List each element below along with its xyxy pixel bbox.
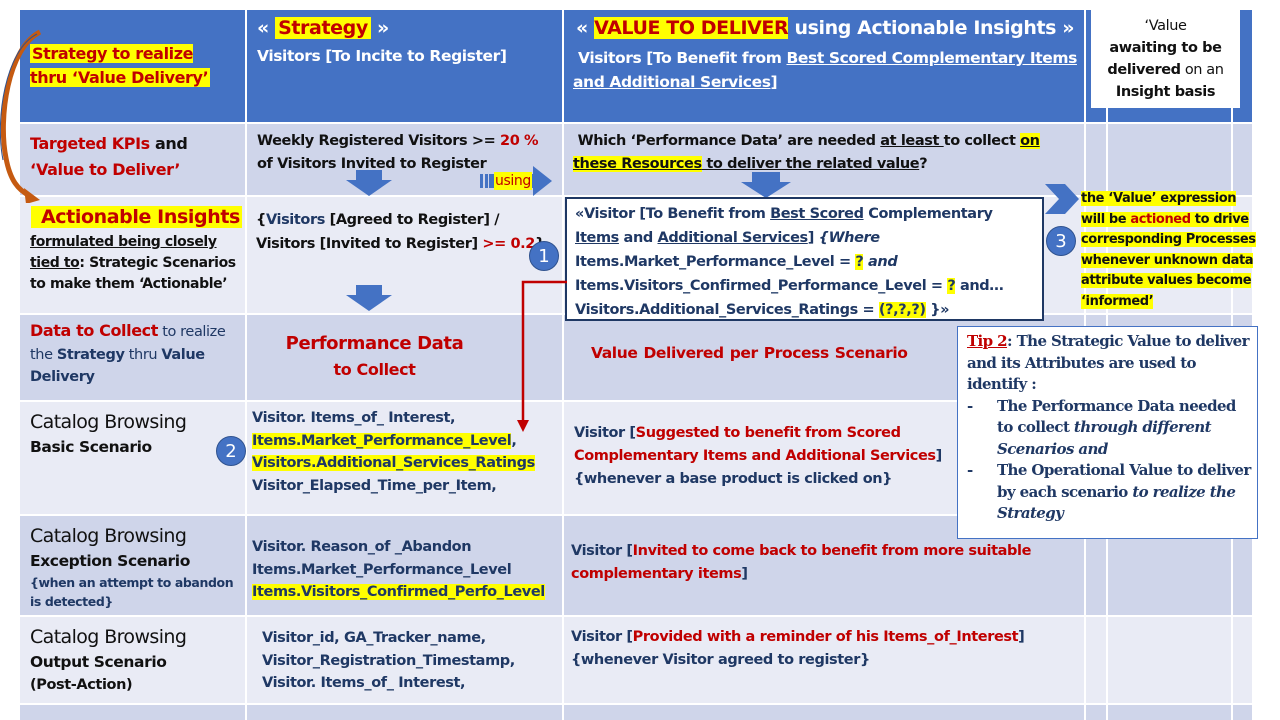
- scenario-name: Catalog Browsing: [30, 411, 187, 433]
- scenario-name: Catalog Browsing: [30, 626, 187, 648]
- performance-data-item: Items.Visitors_Confirmed_Perfo_Level: [252, 584, 545, 600]
- kpi-row-label: Targeted KPIs and ‘Value to Deliver’: [30, 134, 188, 179]
- performance-data-item: Visitors.Additional_Services_Ratings: [252, 455, 535, 471]
- value-delivered-text: Visitor [Provided with a reminder of his…: [571, 629, 1025, 668]
- value-delivered-text: Visitor [Suggested to benefit from Score…: [574, 425, 942, 487]
- performance-data-item: Visitor_Registration_Timestamp,: [262, 652, 515, 669]
- table-cell: [564, 705, 1084, 720]
- tip-bullet-1: - The Performance Data needed to collect …: [967, 396, 1236, 458]
- performance-data-item: Items.Market_Performance_Level: [252, 561, 512, 578]
- scenario-label: Catalog Browsing Output Scenario (Post-A…: [30, 623, 244, 696]
- data-to-collect-label: Data to Collect to realize the Strategy …: [30, 321, 226, 385]
- scenario-type: Exception Scenario: [30, 552, 190, 570]
- scenario-label: Catalog Browsing Basic Scenario: [30, 408, 244, 459]
- scenario-type: Basic Scenario: [30, 438, 152, 456]
- performance-data-item: Visitor. Items_of_ Interest,: [252, 410, 456, 426]
- table-cell: [247, 705, 562, 720]
- down-arrow-icon: [346, 285, 392, 311]
- strategy-subtitle: Visitors [To Incite to Register]: [257, 47, 507, 65]
- scenario-name: Catalog Browsing: [30, 525, 187, 547]
- value-heading: « VALUE TO DELIVER using Actionable Insi…: [576, 17, 1075, 39]
- performance-data-list: Visitor. Reason_of _Abandon Items.Market_…: [252, 536, 557, 604]
- scenario-note: {when an attempt to abandon is detected}: [30, 575, 234, 609]
- value-to-deliver-word: VALUE TO DELIVER: [594, 17, 789, 39]
- expr-line-5: Visitors.Additional_Services_Ratings = (…: [575, 302, 950, 318]
- down-arrow-icon: [346, 170, 392, 196]
- tip-box: Tip 2: The Strategic Value to deliver an…: [957, 326, 1258, 539]
- scenario-label: Catalog Browsing Exception Scenario {whe…: [30, 522, 244, 611]
- strategy-realize-label: Strategy to realize thru ‘Value Delivery…: [30, 44, 211, 87]
- step-badge-3: 3: [1046, 226, 1076, 256]
- performance-data-item: Visitor_id, GA_Tracker_name,: [262, 630, 486, 646]
- table-cell: [1108, 617, 1231, 703]
- awaiting-value-box: ‘Value awaiting to be delivered on an In…: [1091, 10, 1240, 108]
- actionable-insights-description: formulated being closely tied to: Strate…: [30, 234, 236, 292]
- performance-data-heading: Performance Data to Collect: [285, 333, 464, 379]
- actionable-insights-title: Actionable Insights: [31, 204, 242, 230]
- chevron-right-icon: [1045, 184, 1079, 214]
- strategy-heading: « Strategy »: [257, 17, 389, 39]
- insight-formula: {Visitors [Agreed to Register] / Visitor…: [256, 212, 545, 252]
- table-cell: [1233, 705, 1252, 720]
- performance-data-item: Visitor_Elapsed_Time_per_Item,: [252, 477, 497, 494]
- curved-arrow-icon: [0, 29, 42, 203]
- performance-data-item: Items.Market_Performance_Level,: [252, 432, 517, 449]
- scenario-note: (Post-Action): [30, 677, 133, 693]
- table-cell: [20, 705, 245, 720]
- table-cell: [1108, 124, 1231, 195]
- actioned-note: the ‘Value’ expression will be actioned …: [1081, 191, 1256, 309]
- down-arrow-icon: [741, 172, 791, 198]
- tip-label: Tip 2: [967, 332, 1008, 350]
- table-cell: [1233, 617, 1252, 703]
- step-badge-1: 1: [529, 241, 559, 271]
- tip-bullet-2: - The Operational Value to deliver by eac…: [967, 461, 1251, 522]
- table-cell: [1086, 124, 1106, 195]
- table-cell: [1108, 705, 1231, 720]
- scenario-type: Output Scenario: [30, 653, 167, 671]
- using-label: using: [494, 172, 532, 190]
- performance-data-question: Which ‘Performance Data’ are needed at l…: [573, 133, 1040, 172]
- expr-line-1: «Visitor [To Benefit from Best Scored Co…: [575, 206, 993, 222]
- performance-data-item: Visitor. Reason_of _Abandon: [252, 539, 472, 555]
- expr-line-2: Items and Additional Services] {Where: [575, 230, 880, 246]
- expr-line-4: Items.Visitors_Confirmed_Performance_Lev…: [575, 278, 1004, 294]
- performance-data-list: Visitor. Items_of_ Interest, Items.Market…: [252, 407, 557, 497]
- value-delivered-heading: Value Delivered per Process Scenario: [591, 344, 908, 362]
- value-delivered-text: Visitor [Invited to come back to benefit…: [571, 543, 1032, 582]
- value-subtitle: Visitors [To Benefit from Best Scored Co…: [573, 49, 1077, 91]
- value-expression-box: «Visitor [To Benefit from Best Scored Co…: [565, 197, 1044, 321]
- header-left-label: Strategy to realize thru ‘Value Delivery…: [30, 42, 225, 90]
- table-cell: [1233, 124, 1252, 195]
- performance-data-item: Visitor. Items_of_ Interest,: [262, 675, 466, 691]
- performance-data-list: Visitor_id, GA_Tracker_name, Visitor_Regi…: [262, 627, 567, 695]
- strategy-word: Strategy: [275, 17, 371, 39]
- table-cell: [1086, 617, 1106, 703]
- table-cell: [1086, 705, 1106, 720]
- expr-line-3: Items.Market_Performance_Level = ? and: [575, 254, 898, 270]
